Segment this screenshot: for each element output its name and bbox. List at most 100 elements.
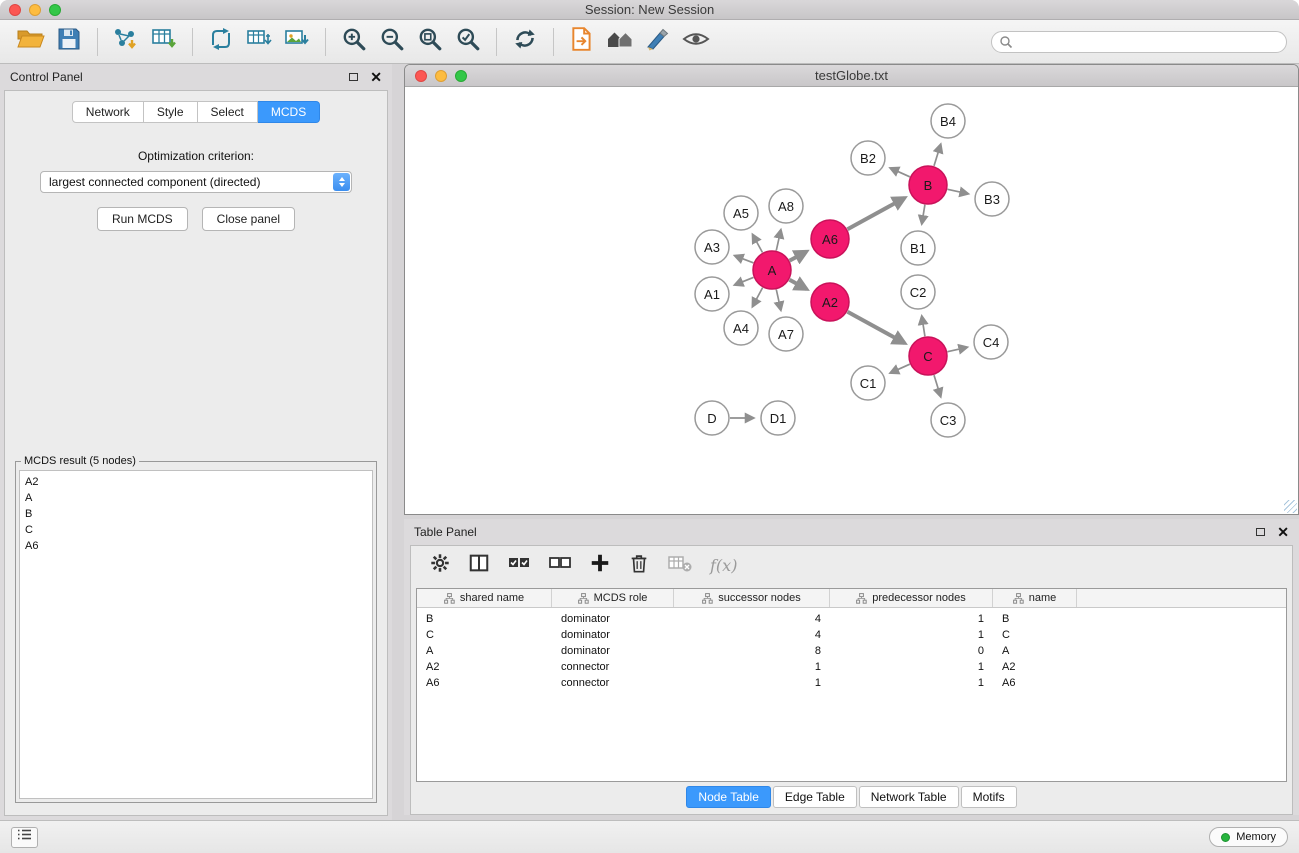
column-selector-button[interactable] — [468, 552, 490, 579]
graphics-details-button[interactable] — [639, 25, 677, 59]
function-builder-button[interactable]: f(x) — [710, 556, 737, 575]
result-item[interactable]: A — [25, 490, 367, 506]
graph-node-B[interactable]: B — [909, 166, 947, 204]
graph-node-C2[interactable]: C2 — [901, 275, 935, 309]
graph-edge-B-B2[interactable] — [891, 168, 910, 177]
delete-column-button[interactable] — [628, 552, 650, 579]
tab-network[interactable]: Network — [72, 101, 144, 123]
graph-node-A7[interactable]: A7 — [769, 317, 803, 351]
graph-edge-C-C3[interactable] — [934, 375, 941, 396]
result-item[interactable]: A2 — [25, 474, 367, 490]
graph-edge-C-C1[interactable] — [891, 364, 910, 373]
graph-edge-A-A5[interactable] — [753, 235, 763, 252]
graph-edge-A-A3[interactable] — [735, 256, 753, 263]
graph-edge-B-B3[interactable] — [948, 189, 968, 193]
graph-node-A6[interactable]: A6 — [811, 220, 849, 258]
import-network-button[interactable] — [107, 25, 145, 59]
graph-edge-C-C4[interactable] — [948, 347, 967, 351]
table-row[interactable]: A6connector11A6 — [417, 675, 1286, 691]
graph-edge-A-A4[interactable] — [753, 288, 763, 306]
graph-node-A4[interactable]: A4 — [724, 311, 758, 345]
table-row[interactable]: Bdominator41B — [417, 611, 1286, 627]
export-document-button[interactable] — [563, 25, 601, 59]
save-session-button[interactable] — [50, 25, 88, 59]
close-window-button[interactable] — [9, 4, 21, 16]
column-header[interactable]: predecessor nodes — [830, 589, 993, 607]
network-close-button[interactable] — [415, 70, 427, 82]
graph-node-D1[interactable]: D1 — [761, 401, 795, 435]
graph-node-B2[interactable]: B2 — [851, 141, 885, 175]
graph-node-B1[interactable]: B1 — [901, 231, 935, 265]
column-header[interactable]: name — [993, 589, 1077, 607]
tab-node-table[interactable]: Node Table — [686, 786, 771, 808]
graph-node-C[interactable]: C — [909, 337, 947, 375]
zoom-window-button[interactable] — [49, 4, 61, 16]
graph-node-A2[interactable]: A2 — [811, 283, 849, 321]
graph-edge-A6-B[interactable] — [848, 198, 905, 229]
tab-motifs[interactable]: Motifs — [961, 786, 1017, 808]
graph-node-A3[interactable]: A3 — [695, 230, 729, 264]
optimization-select[interactable]: largest connected component (directed) — [40, 171, 352, 193]
clone-network-button[interactable] — [202, 25, 240, 59]
graph-node-C4[interactable]: C4 — [974, 325, 1008, 359]
graph-node-A1[interactable]: A1 — [695, 277, 729, 311]
apply-layout-button[interactable] — [506, 25, 544, 59]
graph-edge-A-A1[interactable] — [735, 277, 753, 284]
run-mcds-button[interactable]: Run MCDS — [97, 207, 188, 231]
zoom-selected-button[interactable] — [449, 25, 487, 59]
graph-edge-B-B4[interactable] — [934, 145, 941, 166]
task-history-button[interactable] — [11, 827, 38, 848]
graph-node-A8[interactable]: A8 — [769, 189, 803, 223]
close-panel-icon[interactable]: ✕ — [1277, 525, 1289, 539]
table-row[interactable]: A2connector11A2 — [417, 659, 1286, 675]
graph-node-C1[interactable]: C1 — [851, 366, 885, 400]
graph-node-D[interactable]: D — [695, 401, 729, 435]
graph-edge-A-A2[interactable] — [790, 280, 807, 289]
graph-node-A[interactable]: A — [753, 251, 791, 289]
result-item[interactable]: A6 — [25, 538, 367, 554]
clone-table-button[interactable] — [240, 25, 278, 59]
minimize-window-button[interactable] — [29, 4, 41, 16]
zoom-fit-button[interactable] — [411, 25, 449, 59]
graph-edge-A-A8[interactable] — [776, 230, 780, 250]
network-canvas[interactable]: B4 B2 B B3 A5 A8A6 A3 B1 A C2 A1 A2 A4 A7 C4 C C1 D D1 C3 — [405, 87, 1298, 514]
graph-edge-B-B1[interactable] — [922, 205, 925, 224]
home-button[interactable] — [601, 25, 639, 59]
delete-table-button[interactable] — [667, 552, 693, 579]
open-session-button[interactable] — [12, 25, 50, 59]
select-all-button[interactable] — [507, 552, 531, 579]
graph-edge-C-C2[interactable] — [922, 317, 925, 337]
network-minimize-button[interactable] — [435, 70, 447, 82]
table-row[interactable]: Cdominator41C — [417, 627, 1286, 643]
close-panel-button[interactable]: Close panel — [202, 207, 295, 231]
graph-node-A5[interactable]: A5 — [724, 196, 758, 230]
result-item[interactable]: B — [25, 506, 367, 522]
result-item[interactable]: C — [25, 522, 367, 538]
add-column-button[interactable] — [589, 552, 611, 579]
table-settings-button[interactable] — [429, 552, 451, 579]
zoom-out-button[interactable] — [373, 25, 411, 59]
export-image-button[interactable] — [278, 25, 316, 59]
zoom-in-button[interactable] — [335, 25, 373, 59]
tab-mcds[interactable]: MCDS — [258, 101, 320, 123]
tab-edge-table[interactable]: Edge Table — [773, 786, 857, 808]
column-header[interactable]: successor nodes — [674, 589, 830, 607]
graph-node-C3[interactable]: C3 — [931, 403, 965, 437]
tab-select[interactable]: Select — [198, 101, 258, 123]
column-header[interactable]: shared name — [417, 589, 552, 607]
search-input[interactable] — [991, 31, 1287, 53]
network-zoom-button[interactable] — [455, 70, 467, 82]
memory-button[interactable]: Memory — [1209, 827, 1288, 847]
graph-edge-A-A7[interactable] — [776, 290, 780, 310]
tab-network-table[interactable]: Network Table — [859, 786, 959, 808]
column-header[interactable]: MCDS role — [552, 589, 674, 607]
graph-node-B4[interactable]: B4 — [931, 104, 965, 138]
tab-style[interactable]: Style — [144, 101, 198, 123]
show-hide-button[interactable] — [677, 25, 715, 59]
resize-grip[interactable] — [1284, 500, 1297, 513]
deselect-all-button[interactable] — [548, 552, 572, 579]
graph-node-B3[interactable]: B3 — [975, 182, 1009, 216]
float-panel-icon[interactable] — [1256, 528, 1265, 536]
table-row[interactable]: Adominator80A — [417, 643, 1286, 659]
import-table-button[interactable] — [145, 25, 183, 59]
